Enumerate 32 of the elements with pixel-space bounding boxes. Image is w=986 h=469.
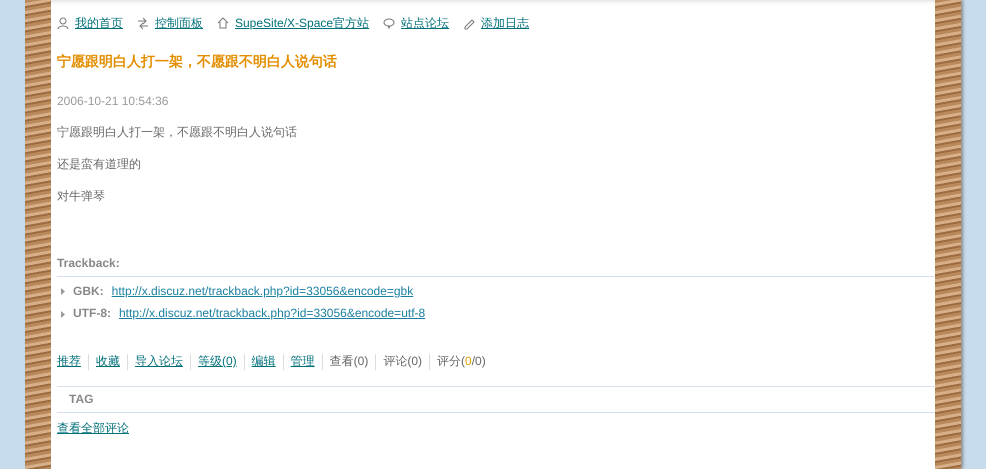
trackback-encoding: UTF-8: bbox=[73, 306, 111, 322]
tag-label: TAG bbox=[68, 390, 94, 408]
arrow-icon bbox=[61, 310, 65, 318]
action-link[interactable]: 管理 bbox=[282, 354, 322, 370]
nav-link-text[interactable]: 添加日志 bbox=[481, 16, 530, 32]
post-date: 2006-10-21 10:54:36 bbox=[57, 94, 170, 110]
trackback-link[interactable]: http://x.discuz.net/trackback.php?id=33056&encode=gbk bbox=[112, 284, 414, 300]
trackback-label: Trackback: bbox=[57, 256, 121, 272]
score-text: 评分(0/0) bbox=[429, 354, 493, 370]
stat-text: 评论(0) bbox=[375, 354, 430, 370]
nav-link-text[interactable]: 我的首页 bbox=[75, 16, 123, 32]
nav-link-text[interactable]: 站点论坛 bbox=[401, 16, 450, 32]
action-link[interactable]: 等级(0) bbox=[190, 354, 244, 370]
trackback-link[interactable]: http://x.discuz.net/trackback.php?id=33056&encode=utf-8 bbox=[119, 306, 426, 322]
action-link[interactable]: 推荐 bbox=[57, 354, 88, 370]
action-link[interactable]: 导入论坛 bbox=[127, 354, 190, 370]
action-link[interactable]: 收藏 bbox=[88, 354, 127, 370]
pencil-icon bbox=[463, 17, 476, 30]
post-paragraph: 宁愿跟明白人打一架，不愿跟不明白人说句话 bbox=[57, 125, 298, 141]
post-paragraph: 还是蛮有道理的 bbox=[57, 156, 142, 173]
all-comments-link[interactable]: 查看全部评论 bbox=[57, 421, 129, 437]
stat-text: 查看(0) bbox=[322, 354, 376, 370]
speech-bubble-icon bbox=[383, 17, 396, 30]
arrow-icon bbox=[61, 288, 65, 296]
nav-link-text[interactable]: 控制面板 bbox=[155, 16, 203, 32]
nav-link-text[interactable]: SupeSite/X-Space官方站 bbox=[235, 16, 370, 32]
person-icon bbox=[57, 17, 69, 30]
action-link[interactable]: 编辑 bbox=[244, 354, 283, 370]
trackback-encoding: GBK: bbox=[73, 284, 104, 300]
post-title: 宁愿跟明白人打一架，不愿跟不明白人说句话 bbox=[57, 52, 338, 70]
post-paragraph: 对牛弹琴 bbox=[57, 188, 106, 204]
house-icon bbox=[217, 17, 229, 30]
